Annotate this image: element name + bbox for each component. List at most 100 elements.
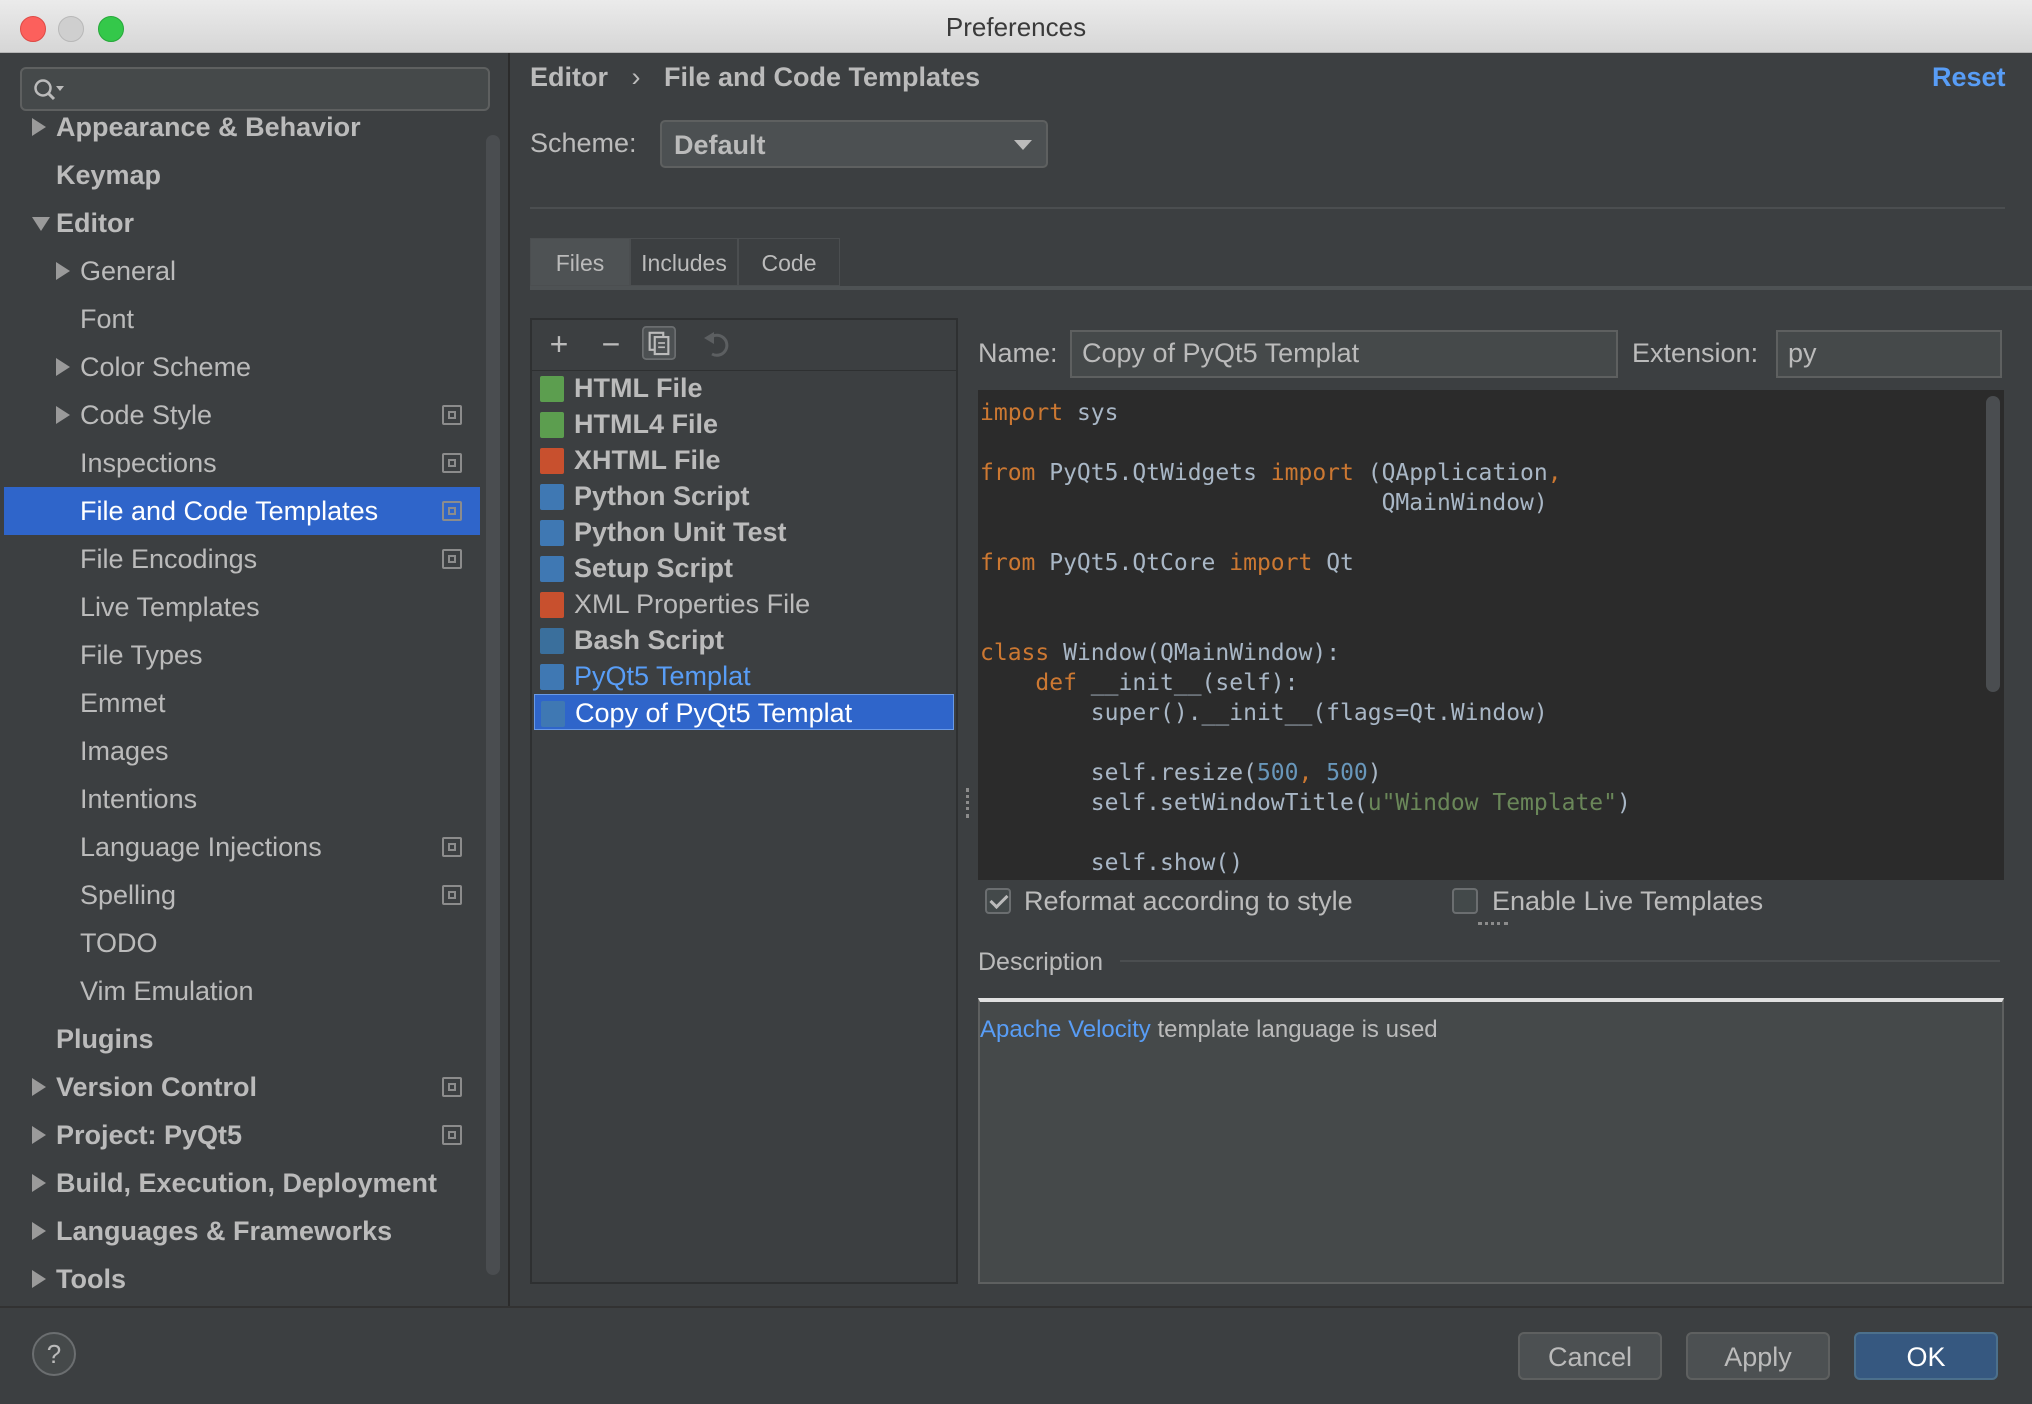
sidebar-item-file-encodings[interactable]: File Encodings xyxy=(4,535,480,583)
extension-value: py xyxy=(1788,338,1817,368)
sidebar-item-tools[interactable]: Tools xyxy=(4,1255,480,1303)
cancel-button[interactable]: Cancel xyxy=(1518,1332,1662,1380)
sidebar-item-emmet[interactable]: Emmet xyxy=(4,679,480,727)
code-token: super().__init__(flags=Qt.Window) xyxy=(980,700,1548,726)
template-item[interactable]: Python Script xyxy=(534,478,954,514)
name-value: Copy of PyQt5 Templat xyxy=(1082,338,1360,368)
search-input[interactable] xyxy=(72,73,476,107)
chevron-right-icon[interactable] xyxy=(56,358,70,376)
template-item[interactable]: Python Unit Test xyxy=(534,514,954,550)
sidebar-item-label: Language Injections xyxy=(80,832,322,862)
sidebar-item-file-types[interactable]: File Types xyxy=(4,631,480,679)
code-token: self.setWindowTitle( xyxy=(980,790,1368,816)
code-token: PyQt5.QtCore xyxy=(1035,550,1230,576)
chevron-down-icon[interactable] xyxy=(32,217,50,231)
chevron-right-icon[interactable] xyxy=(32,1174,46,1192)
sidebar-item-inspections[interactable]: Inspections xyxy=(4,439,480,487)
template-item[interactable]: Setup Script xyxy=(534,550,954,586)
template-item[interactable]: XHTML File xyxy=(534,442,954,478)
sidebar-item-editor[interactable]: Editor xyxy=(4,199,480,247)
apply-button[interactable]: Apply xyxy=(1686,1332,1830,1380)
sidebar-item-intentions[interactable]: Intentions xyxy=(4,775,480,823)
chevron-right-icon[interactable] xyxy=(32,1222,46,1240)
chevron-right-icon[interactable] xyxy=(56,262,70,280)
splitter-handle-horizontal[interactable] xyxy=(1478,922,1508,929)
editor-scrollbar[interactable] xyxy=(1986,396,2000,692)
template-item[interactable]: PyQt5 Templat xyxy=(534,658,954,694)
template-code-editor[interactable]: import sys from PyQt5.QtWidgets import (Q… xyxy=(978,390,2004,880)
live-templates-label: Enable Live Templates xyxy=(1492,886,1764,916)
code-token: , xyxy=(1547,460,1562,486)
sidebar-item-spelling[interactable]: Spelling xyxy=(4,871,480,919)
chevron-down-icon xyxy=(1014,140,1032,150)
xml-file-icon xyxy=(540,592,564,618)
template-label: HTML File xyxy=(574,373,703,403)
reset-link[interactable]: Reset xyxy=(1932,62,2006,93)
sidebar-scrollbar[interactable] xyxy=(486,135,500,1275)
code-token: import xyxy=(980,400,1064,426)
code-token: Qt xyxy=(1312,550,1354,576)
code-token: PyQt5.QtWidgets xyxy=(1035,460,1271,486)
reformat-checkbox[interactable] xyxy=(985,888,1011,914)
breadcrumb-parent[interactable]: Editor xyxy=(530,62,608,92)
extension-field[interactable]: py xyxy=(1776,330,2002,378)
code-token: , xyxy=(1298,760,1313,786)
undo-icon[interactable] xyxy=(702,328,736,362)
tab-files[interactable]: Files xyxy=(530,238,630,286)
code-token: ) xyxy=(1367,760,1382,786)
sidebar-item-file-and-code-templates[interactable]: File and Code Templates xyxy=(4,487,480,535)
template-item[interactable]: Copy of PyQt5 Templat xyxy=(534,694,954,730)
sidebar-item-images[interactable]: Images xyxy=(4,727,480,775)
chevron-right-icon[interactable] xyxy=(32,1078,46,1096)
name-label: Name: xyxy=(978,338,1058,368)
sidebar-item-label: Code Style xyxy=(80,400,213,430)
sidebar-item-keymap[interactable]: Keymap xyxy=(4,151,480,199)
chevron-right-icon[interactable] xyxy=(56,406,70,424)
sidebar-item-color-scheme[interactable]: Color Scheme xyxy=(4,343,480,391)
sidebar-item-code-style[interactable]: Code Style xyxy=(4,391,480,439)
remove-icon[interactable]: − xyxy=(594,328,628,362)
sidebar-item-label: Live Templates xyxy=(80,592,260,622)
add-icon[interactable]: + xyxy=(542,328,576,362)
splitter-handle[interactable] xyxy=(966,788,973,818)
sidebar-item-version-control[interactable]: Version Control xyxy=(4,1063,480,1111)
template-item[interactable]: HTML4 File xyxy=(534,406,954,442)
sidebar-item-project-pyqt5[interactable]: Project: PyQt5 xyxy=(4,1111,480,1159)
name-field[interactable]: Copy of PyQt5 Templat xyxy=(1070,330,1618,378)
chevron-right-icon[interactable] xyxy=(32,1126,46,1144)
sidebar-item-todo[interactable]: TODO xyxy=(4,919,480,967)
sidebar-item-vim-emulation[interactable]: Vim Emulation xyxy=(4,967,480,1015)
sidebar-item-label: Font xyxy=(80,304,135,334)
description-title: Description xyxy=(978,948,1104,976)
scheme-select[interactable]: Default xyxy=(660,120,1048,168)
tab-code[interactable]: Code xyxy=(738,238,840,286)
sidebar-item-language-injections[interactable]: Language Injections xyxy=(4,823,480,871)
reformat-label: Reformat according to style xyxy=(1024,886,1353,916)
settings-sidebar: Appearance & Behavior Keymap Editor General… xyxy=(0,53,510,1306)
help-button[interactable]: ? xyxy=(32,1332,76,1376)
python-file-icon xyxy=(540,484,564,510)
sidebar-item-label: Version Control xyxy=(56,1072,258,1102)
code-token: import xyxy=(1229,550,1313,576)
sidebar-item-font[interactable]: Font xyxy=(4,295,480,343)
sidebar-item-plugins[interactable]: Plugins xyxy=(4,1015,480,1063)
sidebar-item-build-execution-deployment[interactable]: Build, Execution, Deployment xyxy=(4,1159,480,1207)
template-list: + − HTML File HTML4 File XHTML File Python … xyxy=(530,318,958,1284)
template-item[interactable]: XML Properties File xyxy=(534,586,954,622)
sidebar-item-languages-frameworks[interactable]: Languages & Frameworks xyxy=(4,1207,480,1255)
tab-includes[interactable]: Includes xyxy=(630,238,738,286)
apache-velocity-link[interactable]: Apache Velocity xyxy=(980,1016,1151,1043)
sidebar-item-general[interactable]: General xyxy=(4,247,480,295)
sidebar-item-label: Build, Execution, Deployment xyxy=(56,1168,438,1198)
template-item[interactable]: HTML File xyxy=(534,370,954,406)
tab-underline xyxy=(530,286,2032,290)
ok-button[interactable]: OK xyxy=(1854,1332,1998,1380)
chevron-right-icon[interactable] xyxy=(32,118,46,136)
template-item[interactable]: Bash Script xyxy=(534,622,954,658)
sidebar-item-live-templates[interactable]: Live Templates xyxy=(4,583,480,631)
chevron-right-icon[interactable] xyxy=(32,1270,46,1288)
copy-icon[interactable] xyxy=(642,326,676,360)
sidebar-item-appearance-behavior[interactable]: Appearance & Behavior xyxy=(4,103,480,151)
live-templates-checkbox[interactable] xyxy=(1452,888,1478,914)
